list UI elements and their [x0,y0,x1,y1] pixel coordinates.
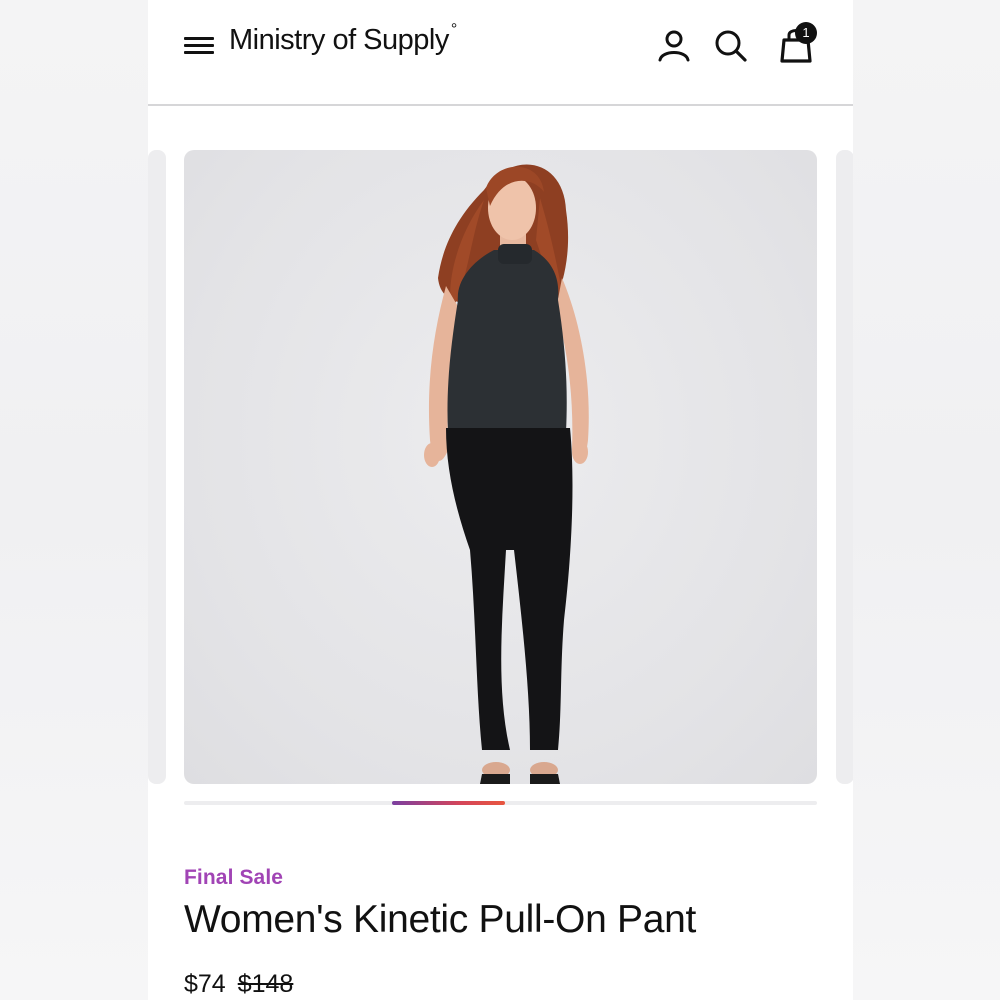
background-right [853,0,1000,1000]
account-icon[interactable] [654,26,694,66]
brand-mark: ° [450,21,457,39]
carousel-progress-track [184,801,817,805]
carousel-progress-indicator [392,801,505,805]
brand-name: Ministry of Supply [229,24,449,56]
search-icon[interactable] [711,26,751,66]
model-illustration [424,164,589,784]
cart-count-badge: 1 [795,22,817,44]
menu-icon[interactable] [182,32,216,60]
price-original: $148 [237,970,294,998]
previous-slide-peek[interactable] [148,150,166,784]
next-slide-peek[interactable] [836,150,853,784]
background-left [0,0,148,1000]
price-current: $74 [184,970,226,998]
site-header: Ministry of Supply ° 1 [148,0,853,106]
final-sale-badge: Final Sale [184,866,284,889]
product-image[interactable] [184,150,817,784]
price-row: $74 $148 [184,970,293,999]
brand-logo[interactable]: Ministry of Supply ° [229,21,457,57]
mobile-page: Ministry of Supply ° 1 Final Sale Women'… [148,0,853,1000]
product-title: Women's Kinetic Pull-On Pant [184,898,697,941]
shopping-bag-icon[interactable]: 1 [772,20,820,68]
